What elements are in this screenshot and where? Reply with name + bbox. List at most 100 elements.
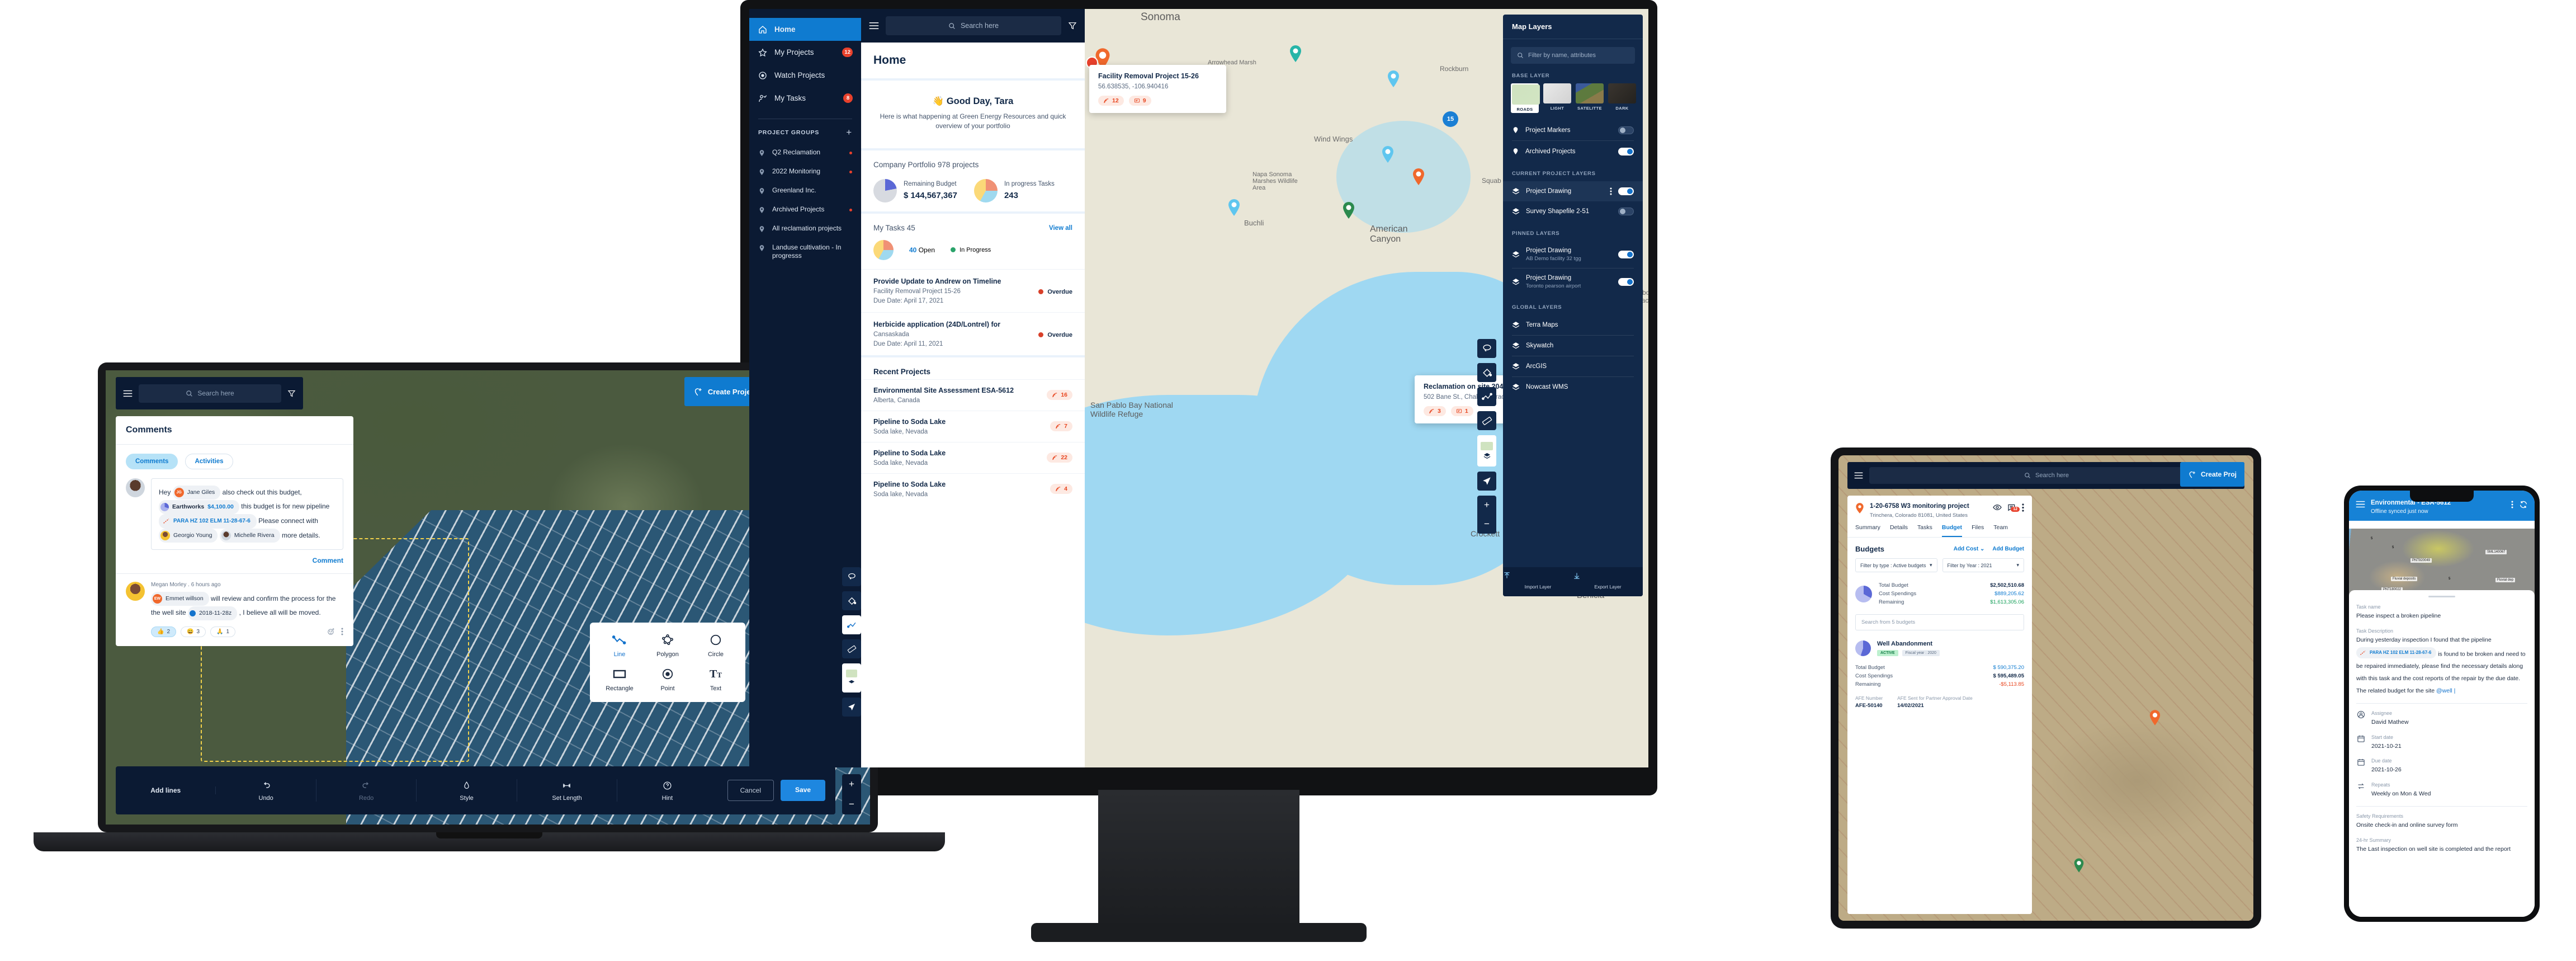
- layer-terra-maps[interactable]: Terra Maps: [1503, 315, 1643, 335]
- add-budget-button[interactable]: Add Budget: [1992, 546, 2024, 552]
- sidebar-group-2022-monitoring[interactable]: 2022 Monitoring: [749, 163, 861, 182]
- zoom-in-button[interactable]: +: [842, 774, 861, 794]
- tab-details[interactable]: Details: [1890, 524, 1908, 537]
- mention-chip-michelle-rivera[interactable]: Michelle Rivera: [219, 528, 280, 543]
- comment-count-chip[interactable]: 9: [1128, 96, 1151, 106]
- zoom-out-button[interactable]: −: [1477, 515, 1496, 534]
- cancel-button[interactable]: Cancel: [727, 780, 774, 801]
- tab-budget[interactable]: Budget: [1941, 524, 1963, 537]
- drag-handle[interactable]: [2428, 596, 2455, 597]
- redo-button[interactable]: Redo: [316, 779, 417, 802]
- asset-chip-para-hz[interactable]: PARA HZ 102 ELM 11-28-67-6: [159, 514, 257, 529]
- add-cost-button[interactable]: Add Cost ⌄: [1954, 546, 1985, 552]
- draw-tool-text[interactable]: TT Text: [692, 667, 740, 693]
- map-pin-orange[interactable]: [2149, 710, 2161, 726]
- create-project-button[interactable]: Create Proj: [2180, 462, 2244, 487]
- comment-composer[interactable]: Hey JG Jane Giles also check out this bu…: [151, 478, 343, 550]
- layer-toggle[interactable]: [1618, 147, 1634, 156]
- kebab-menu-icon[interactable]: [341, 628, 343, 635]
- date-chip[interactable]: 2018-11-28z: [188, 606, 238, 620]
- map-pin-green[interactable]: [1342, 202, 1355, 219]
- search-input[interactable]: Search here: [1869, 467, 2224, 484]
- sidebar-group-archived-projects[interactable]: Archived Projects: [749, 201, 861, 220]
- hint-button[interactable]: Hint: [617, 779, 717, 802]
- comment-count-chip[interactable]: 1: [1450, 406, 1473, 416]
- layer-nowcast-wms[interactable]: Nowcast WMS: [1503, 377, 1643, 397]
- layer-arcgis[interactable]: ArcGIS: [1503, 356, 1643, 376]
- base-layer-dark[interactable]: DARK: [1608, 83, 1636, 113]
- draw-tool-polygon[interactable]: Polygon: [644, 633, 692, 658]
- hamburger-icon[interactable]: [1854, 472, 1863, 479]
- budget-search-input[interactable]: Search from 5 budgets: [1855, 614, 2024, 630]
- navigate-icon[interactable]: [1477, 472, 1496, 491]
- base-layer-light[interactable]: LIGHT: [1543, 83, 1571, 113]
- view-all-link[interactable]: View all: [1049, 225, 1072, 232]
- layer-toggle[interactable]: [1618, 251, 1634, 258]
- draw-tool-circle[interactable]: Circle: [692, 633, 740, 658]
- layer-toggle[interactable]: [1618, 187, 1634, 195]
- tab-summary[interactable]: Summary: [1855, 524, 1880, 537]
- base-layer-satellite[interactable]: SATELITTE: [1576, 83, 1604, 113]
- kebab-menu-icon[interactable]: [2022, 503, 2024, 512]
- basemap-layers-button[interactable]: [842, 663, 861, 693]
- layer-pinned-ab-demo[interactable]: Project Drawing AB Demo facility 32 tgg: [1503, 241, 1643, 268]
- hamburger-icon[interactable]: [2356, 501, 2365, 508]
- hamburger-icon[interactable]: [869, 22, 879, 30]
- layer-pinned-toronto[interactable]: Project Drawing Toronto pearson airport: [1503, 268, 1643, 295]
- basemap-layers-button[interactable]: [1477, 435, 1496, 467]
- draw-tool-rectangle[interactable]: Rectangle: [595, 667, 644, 692]
- layer-toggle[interactable]: [1618, 208, 1634, 215]
- reaction-pray[interactable]: 🙏 1: [210, 626, 236, 637]
- zoom-in-button[interactable]: +: [1477, 496, 1496, 515]
- layers-filter-input[interactable]: Filter by name, attributes: [1511, 47, 1635, 64]
- hamburger-icon[interactable]: [123, 390, 133, 397]
- map-pin-orange-2[interactable]: [1412, 168, 1425, 185]
- undo-button[interactable]: Undo: [216, 779, 316, 802]
- draw-tool-line[interactable]: Line: [595, 633, 644, 658]
- project-row[interactable]: Pipeline to Soda Lake Soda lake, Nevada …: [861, 410, 1085, 442]
- filter-icon[interactable]: [287, 389, 296, 398]
- paint-bucket-icon[interactable]: [1477, 363, 1496, 382]
- sidebar-item-my-tasks[interactable]: My Tasks 8: [749, 87, 861, 110]
- ruler-icon[interactable]: [1477, 411, 1496, 430]
- map-cluster-badge[interactable]: 15: [1443, 111, 1458, 127]
- sidebar-group-landuse-cultivation[interactable]: Landuse cultivation - In progresss: [749, 239, 861, 265]
- sidebar-group-all-reclamation[interactable]: All reclamation projects: [749, 220, 861, 239]
- layer-toggle[interactable]: [1618, 278, 1634, 286]
- layer-archived-projects[interactable]: Archived Projects: [1503, 141, 1643, 162]
- asset-chip-para-hz[interactable]: PARA HZ 102 ELM 11-28-67-6: [2356, 647, 2437, 659]
- map-popup-facility-removal[interactable]: Facility Removal Project 15-26 56.638535…: [1089, 65, 1226, 113]
- tab-team[interactable]: Team: [1993, 524, 2008, 537]
- reaction-smile[interactable]: 😄 3: [181, 626, 206, 637]
- layer-survey-shapefile[interactable]: Survey Shapefile 2-51: [1503, 201, 1643, 222]
- filter-by-type-select[interactable]: Filter by type : Active budgets ▾: [1855, 558, 1937, 572]
- budget-item[interactable]: Well Abandonment ACTIVE Fiscal year : 20…: [1847, 637, 2032, 714]
- project-row[interactable]: Environmental Site Assessment ESA-5612 A…: [861, 379, 1085, 411]
- emoji-add-icon[interactable]: [327, 628, 335, 635]
- comment-submit-button[interactable]: Comment: [126, 550, 343, 566]
- map-pin-blue-2[interactable]: [1381, 146, 1395, 163]
- project-row[interactable]: Pipeline to Soda Lake Soda lake, Nevada …: [861, 473, 1085, 505]
- map-pin-teal[interactable]: [1289, 45, 1302, 62]
- signal-count-chip[interactable]: 3: [1424, 406, 1446, 416]
- polyline-icon[interactable]: [1477, 387, 1496, 406]
- draw-tool-point[interactable]: Point: [644, 667, 692, 692]
- sidebar-group-q2-reclamation[interactable]: Q2 Reclamation: [749, 144, 861, 163]
- signal-count-chip[interactable]: 12: [1098, 96, 1124, 106]
- mention-chip-georgio-young[interactable]: Georgio Young: [159, 528, 218, 543]
- style-button[interactable]: Style: [417, 779, 517, 802]
- kebab-menu-icon[interactable]: [2511, 501, 2513, 508]
- tab-activities[interactable]: Activities: [185, 454, 233, 469]
- sidebar-item-my-projects[interactable]: My Projects 12: [749, 41, 861, 64]
- project-row[interactable]: Pipeline to Soda Lake Soda lake, Nevada …: [861, 441, 1085, 473]
- add-group-button[interactable]: +: [846, 127, 852, 138]
- zoom-out-button[interactable]: −: [842, 794, 861, 814]
- task-row[interactable]: Herbicide application (24D/Lontrel) for …: [861, 312, 1085, 355]
- tab-tasks[interactable]: Tasks: [1917, 524, 1932, 537]
- export-layer-button[interactable]: Export Layer: [1573, 567, 1643, 596]
- set-length-button[interactable]: Set Length: [517, 779, 618, 802]
- sync-icon[interactable]: [2519, 500, 2528, 509]
- reaction-thumbsup[interactable]: 👍 2: [151, 626, 177, 637]
- polyline-icon[interactable]: [842, 615, 861, 634]
- filter-by-year-select[interactable]: Filter by Year : 2021 ▾: [1942, 558, 2024, 572]
